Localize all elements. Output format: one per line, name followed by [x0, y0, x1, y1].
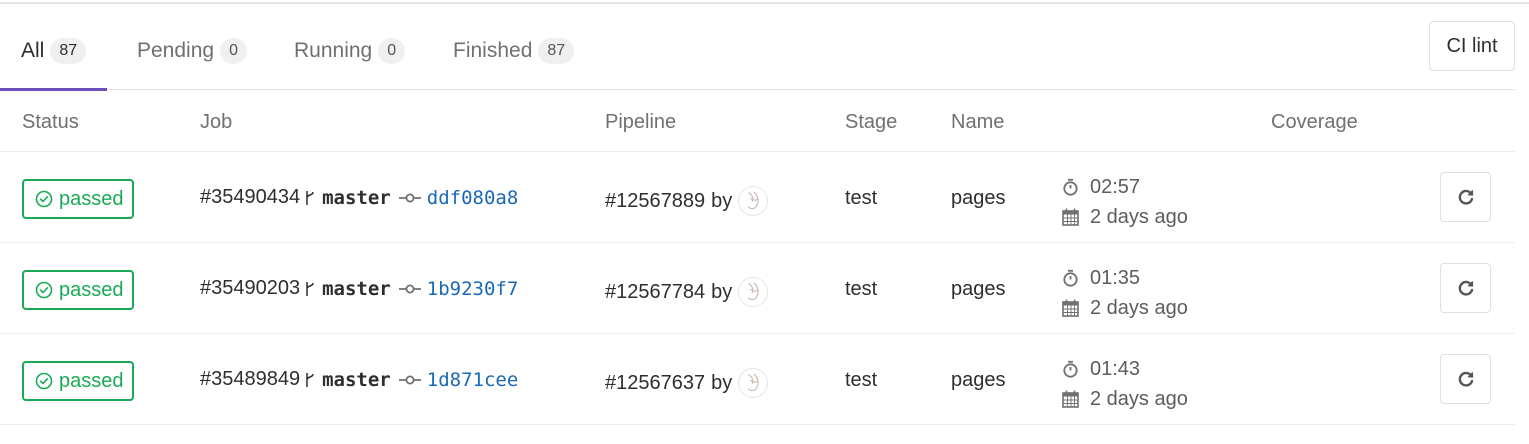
check-circle-icon: [35, 372, 53, 390]
job-info: #35489849 master 1d871cee: [200, 368, 518, 391]
column-header-job: Job: [200, 111, 233, 133]
commit-icon: [398, 193, 421, 202]
branch-icon: [306, 190, 314, 205]
retry-icon: [1458, 371, 1473, 387]
column-header-status: Status: [22, 111, 79, 133]
job-name-label: pages: [951, 187, 1006, 209]
tab-count-badge: 87: [50, 37, 87, 64]
triggered-by-label: by: [711, 280, 733, 303]
check-circle-icon: [35, 190, 53, 208]
finished-ago-value: 2 days ago: [1090, 296, 1188, 319]
pipeline-info: #12567784 by: [605, 277, 769, 307]
job-scope-tabs: All 87 Pending 0 Running 0 Finished 87: [0, 4, 1515, 91]
tab-count-badge: 0: [220, 37, 247, 64]
stage-label: test: [845, 369, 878, 391]
tab-pending[interactable]: Pending 0: [137, 4, 247, 90]
duration-line: 02:57: [1062, 172, 1188, 202]
column-header-coverage: Coverage: [1271, 111, 1358, 133]
jobs-table-header: Status Job Pipeline Stage Name Coverage: [0, 91, 1515, 152]
pipeline-id-link[interactable]: #12567889: [605, 190, 705, 213]
tab-label: Pending: [137, 38, 215, 62]
column-header-name: Name: [951, 111, 1005, 133]
retry-button[interactable]: [1440, 172, 1491, 222]
table-row: passed #35489849 master 1d871cee #125676…: [0, 334, 1515, 425]
branch-icon: [306, 372, 314, 387]
pipeline-id-link[interactable]: #12567784: [605, 281, 705, 304]
retry-icon: [1458, 189, 1473, 205]
commit-icon: [398, 375, 421, 384]
triggered-by-label: by: [711, 189, 733, 212]
job-name-label: pages: [951, 278, 1006, 300]
triggered-by-label: by: [711, 371, 733, 394]
pipeline-info: #12567637 by: [605, 368, 769, 398]
column-header-stage: Stage: [845, 111, 898, 133]
tab-finished[interactable]: Finished 87: [453, 4, 575, 90]
retry-button[interactable]: [1440, 354, 1491, 404]
commit-icon: [398, 284, 421, 293]
finished-line: 2 days ago: [1062, 293, 1188, 323]
job-timing: 02:57 2 days ago: [1062, 172, 1188, 232]
tab-label: All: [21, 38, 45, 62]
tab-all[interactable]: All 87: [0, 4, 108, 91]
job-timing: 01:43 2 days ago: [1062, 354, 1188, 414]
calendar-icon: [1062, 390, 1079, 408]
pipeline-id-link[interactable]: #12567637: [605, 372, 705, 395]
duration-line: 01:43: [1062, 354, 1188, 384]
user-avatar[interactable]: [738, 186, 769, 216]
status-label: passed: [59, 278, 124, 301]
duration-value: 01:43: [1090, 357, 1141, 380]
job-info: #35490203 master 1b9230f7: [200, 277, 518, 300]
stage-label: test: [845, 278, 878, 300]
branch-icon: [306, 281, 314, 296]
pipeline-info: #12567889 by: [605, 186, 769, 216]
tab-count-badge: 87: [538, 37, 575, 64]
duration-value: 01:35: [1090, 266, 1141, 289]
job-id-link[interactable]: #35490203: [200, 277, 300, 300]
finished-line: 2 days ago: [1062, 202, 1188, 232]
calendar-icon: [1062, 208, 1079, 226]
user-avatar[interactable]: [738, 277, 769, 307]
retry-icon: [1458, 280, 1473, 296]
job-name-label: pages: [951, 369, 1006, 391]
job-timing: 01:35 2 days ago: [1062, 263, 1188, 323]
check-circle-icon: [35, 281, 53, 299]
status-label: passed: [59, 187, 124, 210]
finished-line: 2 days ago: [1062, 384, 1188, 414]
timer-icon: [1063, 178, 1078, 196]
table-row: passed #35490203 master 1b9230f7 #125677…: [0, 243, 1515, 334]
ci-lint-button[interactable]: CI lint: [1429, 21, 1515, 71]
finished-ago-value: 2 days ago: [1090, 387, 1188, 410]
retry-button[interactable]: [1440, 263, 1491, 313]
duration-line: 01:35: [1062, 263, 1188, 293]
timer-icon: [1063, 360, 1078, 378]
stage-label: test: [845, 187, 878, 209]
tab-label: Running: [294, 38, 373, 62]
commit-sha-link[interactable]: 1d871cee: [427, 369, 519, 391]
column-header-pipeline: Pipeline: [605, 111, 677, 133]
branch-link[interactable]: master: [322, 187, 391, 209]
avatar-image: [748, 373, 759, 392]
tab-label: Finished: [453, 38, 533, 62]
status-label: passed: [59, 369, 124, 392]
job-id-link[interactable]: #35490434: [200, 186, 300, 209]
job-info: #35490434 master ddf080a8: [200, 186, 518, 209]
status-badge[interactable]: passed: [22, 270, 134, 310]
status-badge[interactable]: passed: [22, 179, 134, 219]
timer-icon: [1063, 269, 1078, 287]
job-id-link[interactable]: #35489849: [200, 368, 300, 391]
branch-link[interactable]: master: [322, 278, 391, 300]
table-row: passed #35490434 master ddf080a8 #125678…: [0, 152, 1515, 243]
tab-count-badge: 0: [378, 37, 406, 64]
user-avatar[interactable]: [738, 368, 769, 398]
status-badge[interactable]: passed: [22, 361, 134, 401]
calendar-icon: [1062, 299, 1079, 317]
tab-running[interactable]: Running 0: [294, 4, 406, 90]
commit-sha-link[interactable]: ddf080a8: [427, 187, 519, 209]
avatar-image: [748, 191, 759, 210]
finished-ago-value: 2 days ago: [1090, 205, 1188, 228]
duration-value: 02:57: [1090, 175, 1141, 198]
commit-sha-link[interactable]: 1b9230f7: [427, 278, 519, 300]
avatar-image: [748, 282, 759, 301]
branch-link[interactable]: master: [322, 369, 391, 391]
